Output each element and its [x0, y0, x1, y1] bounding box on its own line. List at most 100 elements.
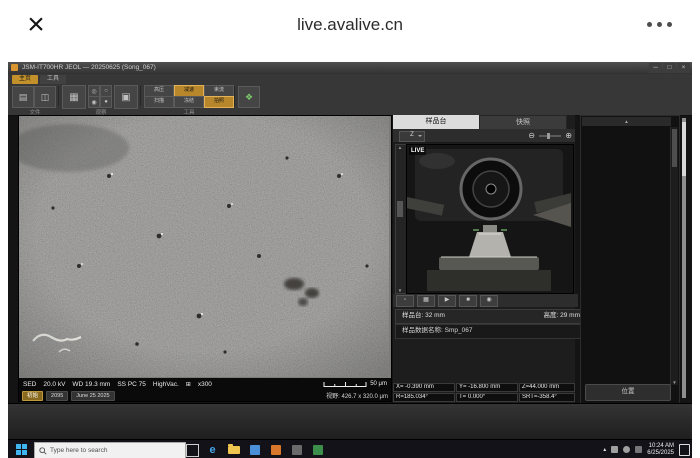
coord-r: R=185.034°: [393, 393, 455, 402]
window-scrollbar[interactable]: [682, 118, 686, 398]
volume-icon[interactable]: [623, 446, 630, 453]
scroll-up-button[interactable]: ▲: [582, 117, 671, 126]
app-icon: [11, 64, 18, 71]
search-icon: [39, 447, 47, 455]
maximize-button[interactable]: □: [663, 63, 676, 73]
zoom-slider[interactable]: [539, 135, 561, 137]
file-button[interactable]: ▤: [12, 86, 34, 108]
windows-logo-icon: [16, 444, 27, 455]
ribbon-tab-tools[interactable]: 工具: [40, 75, 66, 84]
axis-select[interactable]: Z: [399, 131, 425, 142]
zoom-in-icon[interactable]: ⊕: [565, 131, 572, 140]
ribbon-divider: [234, 86, 235, 106]
tray-expand-icon[interactable]: ▴: [603, 446, 606, 453]
live-badge: LIVE: [409, 147, 426, 155]
frame-row: 初始 2095 June 25 2025 视野: 426.7 x 320.0 μ…: [19, 390, 391, 401]
frame-number[interactable]: 2095: [46, 391, 68, 401]
cam-fullscreen-button[interactable]: ▫: [396, 295, 414, 307]
sem-image-view[interactable]: [18, 115, 392, 380]
beam-button-3[interactable]: ◉: [88, 96, 100, 108]
ribbon-toolbar: 主页 工具 ▤ ◫ ▦ ◎ ○ ◉ ● ▣ 高压 减速 束流 扫描 冻结 拍照 …: [8, 74, 692, 116]
scale-bar: [323, 381, 367, 388]
window-scrollbar-thumb[interactable]: [682, 122, 686, 176]
action-center-icon[interactable]: [679, 444, 690, 456]
remote-desktop: JSM-IT700HR JEOL — 20250625 (Song_067) ─…: [8, 62, 692, 458]
specimen-name-row: 样品数据名称: Smp_067: [395, 324, 581, 339]
magnification-value: x300: [198, 381, 212, 388]
camera-buttons-row: ▫ ▦ ▶ ■ ◉: [393, 294, 578, 307]
cam-record-button[interactable]: ◉: [480, 295, 498, 307]
tab-stage[interactable]: 样品台: [393, 115, 479, 129]
spotsize-value: SS PC 75: [117, 381, 146, 388]
control-bar: ◉ 观察 ✚ 定位 ❖ 导航 ⊙ 聚焦 ✱ 消像散: [8, 403, 692, 440]
phone-screen: × live.avalive.cn JSM-IT700HR JEOL — 202…: [0, 0, 700, 458]
positions-button[interactable]: 位置: [585, 384, 671, 401]
fov-label: 视野: 426.7 x 320.0 μm: [326, 391, 388, 400]
search-placeholder: Type here to search: [50, 447, 107, 454]
window-controls: ─ □ ×: [649, 63, 690, 73]
frame-tab[interactable]: 初始: [22, 391, 43, 401]
taskbar-search[interactable]: Type here to search: [34, 442, 186, 458]
clock-date: 6/25/2025: [647, 450, 674, 457]
taskbar-clock[interactable]: 10:24 AM 6/25/2025: [647, 443, 674, 457]
overflow-menu-icon[interactable]: [647, 22, 672, 27]
capture-button[interactable]: ▣: [114, 85, 138, 109]
file-explorer-icon[interactable]: [225, 441, 242, 458]
stage-coordinates: X= -0.390 mm Y= -16.800 mm Z=44.000 mm R…: [393, 383, 575, 402]
app-title: JSM-IT700HR JEOL — 20250625 (Song_067): [22, 62, 156, 74]
network-icon[interactable]: [611, 446, 618, 453]
app-icon-blue[interactable]: [246, 441, 263, 458]
coord-y: Y= -16.800 mm: [456, 383, 518, 392]
navigation-button[interactable]: ❖: [238, 86, 260, 108]
scrollbar-thumb[interactable]: [672, 129, 677, 167]
chamber-camera-image: [407, 145, 571, 291]
specimen-size: 样品台: 32 mm: [402, 310, 445, 323]
slider-thumb[interactable]: [397, 201, 403, 217]
slider-up-icon[interactable]: ▲: [396, 145, 404, 150]
scale-label: 50 μm: [370, 381, 387, 387]
photo-button[interactable]: 拍照: [204, 96, 234, 108]
minimize-button[interactable]: ─: [649, 63, 662, 73]
window-close-button[interactable]: ×: [677, 63, 690, 73]
app-icon-gray[interactable]: [288, 441, 305, 458]
open-button[interactable]: ◫: [34, 86, 56, 108]
edge-icon[interactable]: e: [204, 441, 221, 458]
wd-value: WD 19.3 mm: [72, 381, 110, 388]
cam-grid-button[interactable]: ▦: [417, 295, 435, 307]
cam-play-button[interactable]: ▶: [438, 295, 456, 307]
scan-button[interactable]: 扫描: [144, 96, 174, 108]
chamber-camera-view[interactable]: [406, 144, 574, 294]
specimen-info-row: 样品台: 32 mm 高度: 29 mm: [395, 309, 587, 324]
app-icon-green[interactable]: [309, 441, 326, 458]
task-view-icon[interactable]: [186, 444, 199, 457]
freeze-button[interactable]: 冻结: [174, 96, 204, 108]
ribbon-tab-home[interactable]: 主页: [12, 75, 38, 84]
ribbon-divider: [140, 86, 141, 106]
mag-icon: ⊞: [186, 381, 191, 388]
language-icon[interactable]: [635, 446, 642, 453]
clock-time: 10:24 AM: [647, 443, 674, 450]
cam-stop-button[interactable]: ■: [459, 295, 477, 307]
panel-scrollbar[interactable]: ▼: [670, 127, 678, 385]
frame-date[interactable]: June 25 2025: [71, 391, 114, 401]
app-icon-orange[interactable]: [267, 441, 284, 458]
slider-down-icon[interactable]: ▼: [396, 288, 404, 293]
camera-toolbar: Z ⊖ ⊕: [393, 129, 575, 143]
status-row: SED 20.0 kV WD 19.3 mm SS PC 75 HighVac.…: [19, 378, 391, 390]
start-button[interactable]: [8, 440, 34, 458]
positions-panel: ▲ ▼ 位置: [580, 115, 680, 405]
scroll-down-icon[interactable]: ▼: [671, 380, 678, 385]
coord-t: T= 0.000°: [456, 393, 518, 402]
edge-glyph: e: [209, 444, 215, 456]
system-tray: ▴ 10:24 AM 6/25/2025: [603, 440, 690, 458]
sem-image-texture: [19, 116, 389, 377]
scan-mode-button[interactable]: ▦: [62, 85, 86, 109]
coord-z: Z=44.000 mm: [519, 383, 575, 392]
taskbar-app-icons: e: [204, 440, 326, 458]
ribbon-divider: [58, 86, 59, 106]
zoom-out-icon[interactable]: ⊖: [528, 131, 535, 140]
browser-topbar: × live.avalive.cn: [0, 0, 700, 52]
coord-x: X= -0.390 mm: [393, 383, 455, 392]
app-titlebar: JSM-IT700HR JEOL — 20250625 (Song_067) ─…: [8, 62, 692, 74]
beam-button-4[interactable]: ●: [100, 96, 112, 108]
